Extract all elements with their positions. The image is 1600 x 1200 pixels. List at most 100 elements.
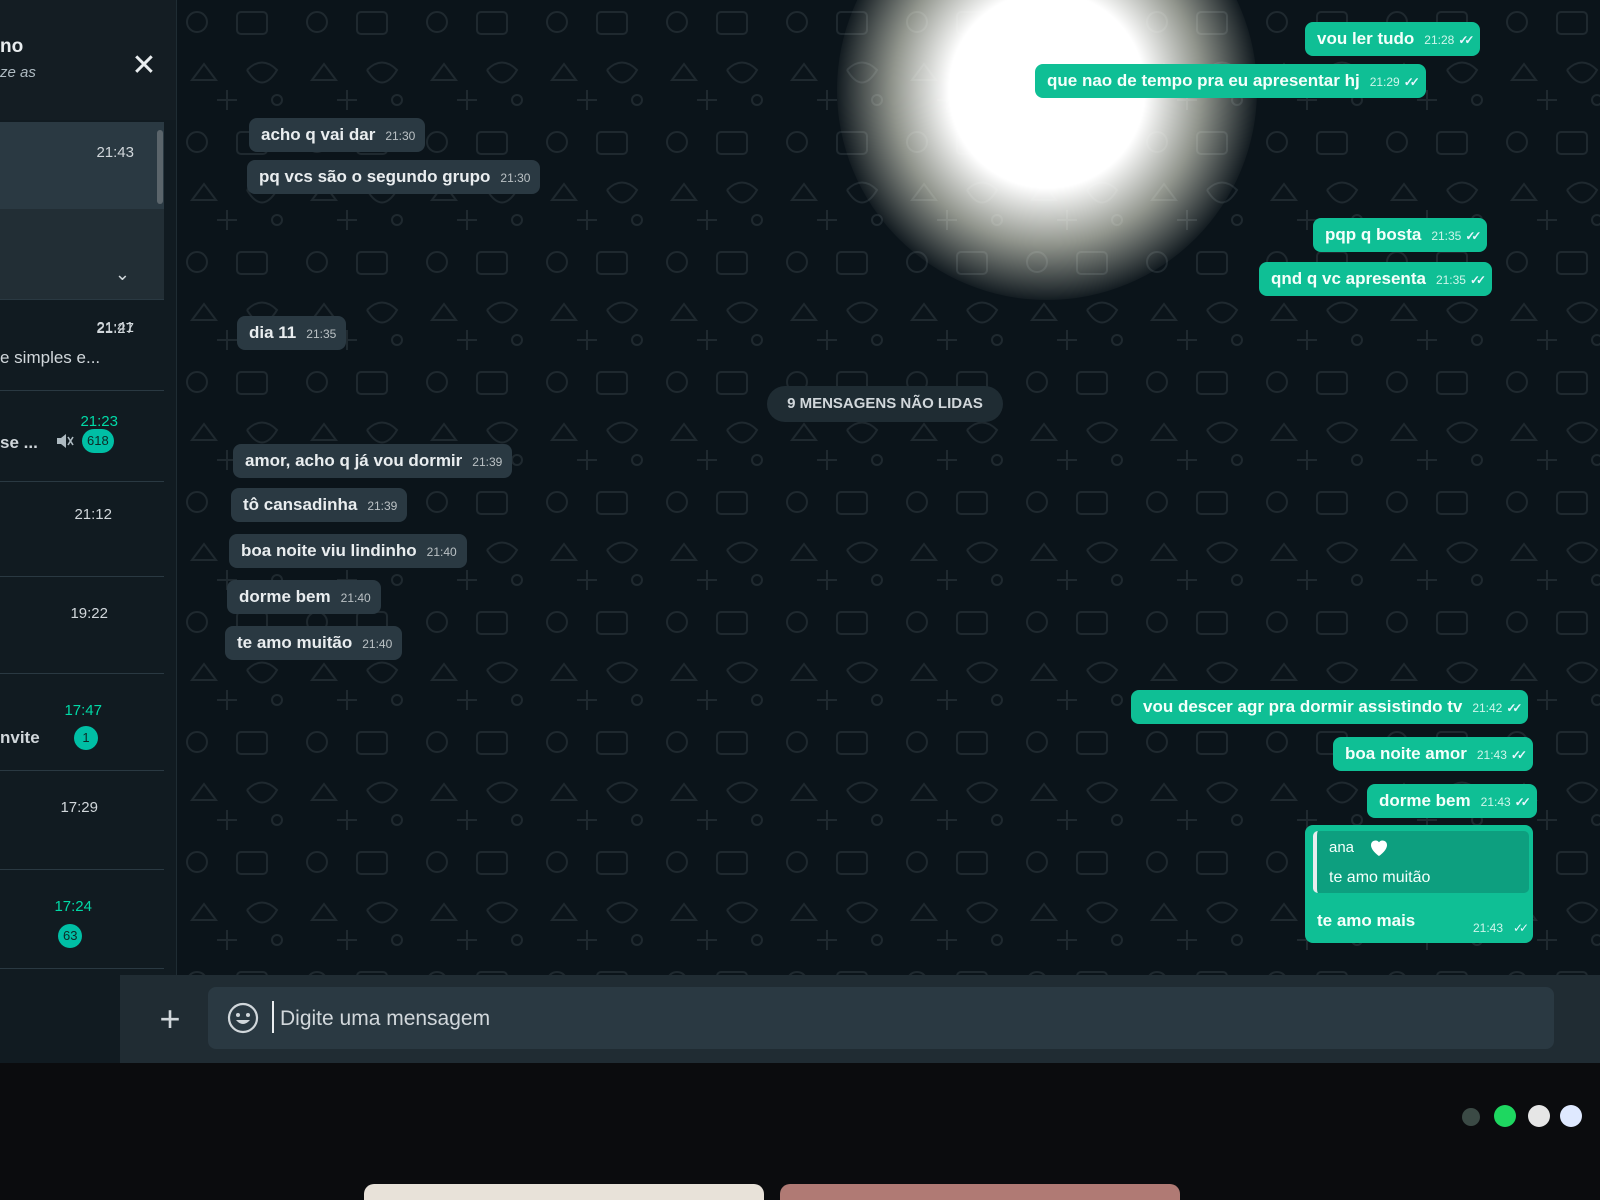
message-text: pq vcs são o segundo grupo <box>259 167 491 186</box>
chat-list-item[interactable]: 19:22 <box>0 577 164 674</box>
message-time: 21:35 <box>1435 273 1466 287</box>
sidebar-subtitle: ze as <box>0 64 36 81</box>
tray-icon[interactable] <box>1528 1105 1550 1127</box>
tray-icon[interactable] <box>1560 1105 1582 1127</box>
unread-badge: 618 <box>82 429 114 453</box>
chat-list-item[interactable]: 17:24 63 <box>0 870 164 969</box>
chat-list-item[interactable]: 21:12 <box>0 482 164 577</box>
message-input[interactable] <box>278 995 1522 1043</box>
message-outgoing: vou ler tudo 21:28 ✓✓ <box>1305 22 1481 56</box>
double-check-icon: ✓✓ <box>1514 795 1531 809</box>
message-time: 21:35 <box>306 327 337 341</box>
message-text: dia 11 <box>249 323 297 342</box>
message-text: tô cansadinha <box>243 495 358 514</box>
message-outgoing: qnd q vc apresenta 21:35 ✓✓ <box>1259 262 1493 296</box>
message-text: pqp q bosta <box>1325 225 1422 244</box>
message-time: 21:28 <box>1424 33 1455 47</box>
sidebar-title: no <box>0 36 24 57</box>
message-time: 21:40 <box>362 637 393 651</box>
close-icon[interactable]: ✕ <box>128 50 160 82</box>
chat-list-item[interactable]: 21:23 se ... 618 <box>0 391 164 482</box>
message-input-box[interactable] <box>208 987 1554 1049</box>
double-check-icon: ✓✓ <box>1458 33 1474 47</box>
text-caret <box>272 1001 274 1033</box>
message-incoming: dorme bem 21:40 <box>227 580 381 614</box>
message-text: boa noite amor <box>1345 744 1467 763</box>
double-check-icon: ✓✓ <box>1513 921 1529 935</box>
chat-time: 21:12 <box>74 506 112 523</box>
message-outgoing: dorme bem 21:43 ✓✓ <box>1367 784 1537 818</box>
quote-text: te amo muitão <box>1329 869 1431 886</box>
message-text: te amo muitão <box>237 633 353 652</box>
conversation-panel: vou ler tudo 21:28 ✓✓ que nao de tempo pra… <box>177 0 1600 990</box>
spotify-icon[interactable] <box>1494 1105 1516 1127</box>
message-text: boa noite viu lindinho <box>241 541 417 560</box>
chat-time: 21:23 <box>80 413 118 430</box>
double-check-icon: ✓✓ <box>1403 75 1420 89</box>
chat-snippet: se ... <box>0 433 38 452</box>
message-time: 21:40 <box>426 545 457 559</box>
chat-time: 17:47 <box>64 702 102 719</box>
message-time: 21:35 <box>1431 229 1462 243</box>
message-time: 21:30 <box>500 171 531 185</box>
message-incoming: dia 11 21:35 <box>237 316 347 350</box>
quoted-message[interactable]: ana te amo muitão <box>1313 831 1529 893</box>
double-check-icon: ✓✓ <box>1465 229 1481 243</box>
message-text: amor, acho q já vou dormir <box>245 451 463 470</box>
message-text: vou descer agr pra dormir assistindo tv <box>1143 697 1463 716</box>
sidebar: no ze as ✕ 21:43 21:41 ⌄ 21:27 e simples… <box>0 0 177 1075</box>
message-time: 21:30 <box>385 129 416 143</box>
taskbar-tab[interactable] <box>780 1184 1180 1200</box>
message-text: vou ler tudo <box>1317 29 1415 48</box>
attach-plus-icon[interactable]: + <box>150 999 190 1039</box>
chat-list-item[interactable]: 21:41 ⌄ <box>0 209 164 336</box>
message-outgoing: que nao de tempo pra eu apresentar hj 21:… <box>1035 64 1426 98</box>
message-time: 21:29 <box>1369 75 1400 89</box>
message-text: qnd q vc apresenta <box>1271 269 1426 288</box>
message-outgoing: pqp q bosta 21:35 ✓✓ <box>1313 218 1488 252</box>
sidebar-header: no ze as ✕ <box>0 0 176 120</box>
message-time: 21:39 <box>472 455 503 469</box>
sidebar-scrollbar[interactable] <box>157 130 163 204</box>
double-check-icon: ✓✓ <box>1510 748 1527 762</box>
muted-icon <box>57 434 74 448</box>
message-incoming: te amo muitão 21:40 <box>225 626 403 660</box>
chat-time: 19:22 <box>70 605 108 622</box>
message-text: te amo mais <box>1317 911 1416 930</box>
emoji-icon[interactable] <box>226 1001 260 1035</box>
message-time: 21:43 <box>1473 921 1504 935</box>
message-outgoing-reply: ana te amo muitão te amo mais 21:43 ✓✓ <box>1305 825 1533 943</box>
unread-badge: 63 <box>58 924 83 948</box>
tray-icon[interactable] <box>1462 1108 1480 1126</box>
chat-list-item[interactable]: 17:29 <box>0 771 164 870</box>
chat-snippet: e simples e... <box>0 348 101 367</box>
chat-snippet: nvite <box>0 728 40 747</box>
message-outgoing: boa noite amor 21:43 ✓✓ <box>1333 737 1533 771</box>
message-incoming: acho q vai dar 21:30 <box>249 118 426 152</box>
chat-list: 21:43 21:41 ⌄ 21:27 e simples e... 21:23… <box>0 122 164 969</box>
chat-time: 21:27 <box>96 320 134 337</box>
message-text: dorme bem <box>1379 791 1471 810</box>
message-incoming: boa noite viu lindinho 21:40 <box>229 534 467 568</box>
chat-time: 17:29 <box>60 799 98 816</box>
message-text: acho q vai dar <box>261 125 376 144</box>
message-time: 21:43 <box>1476 748 1507 762</box>
chat-list-item[interactable]: 21:27 e simples e... <box>0 300 164 391</box>
message-outgoing: vou descer agr pra dormir assistindo tv 2… <box>1131 690 1529 724</box>
heart-icon <box>1371 840 1387 856</box>
message-incoming: amor, acho q já vou dormir 21:39 <box>233 444 513 478</box>
unread-badge: 1 <box>74 726 98 750</box>
message-text: que nao de tempo pra eu apresentar hj <box>1047 71 1360 90</box>
chat-list-item[interactable]: 17:47 nvite 1 <box>0 674 164 771</box>
chat-list-item[interactable]: 21:43 <box>0 122 164 209</box>
message-time: 21:40 <box>340 591 371 605</box>
message-text: dorme bem <box>239 587 331 606</box>
message-time: 21:43 <box>1480 795 1511 809</box>
unread-messages-banner: 9 MENSAGENS NÃO LIDAS <box>767 386 1003 422</box>
chevron-down-icon[interactable]: ⌄ <box>115 264 130 285</box>
message-time: 21:42 <box>1472 701 1503 715</box>
taskbar-tab[interactable] <box>364 1184 764 1200</box>
screen-bezel <box>0 1063 1600 1200</box>
message-incoming: pq vcs são o segundo grupo 21:30 <box>247 160 541 194</box>
chat-time: 17:24 <box>54 898 92 915</box>
